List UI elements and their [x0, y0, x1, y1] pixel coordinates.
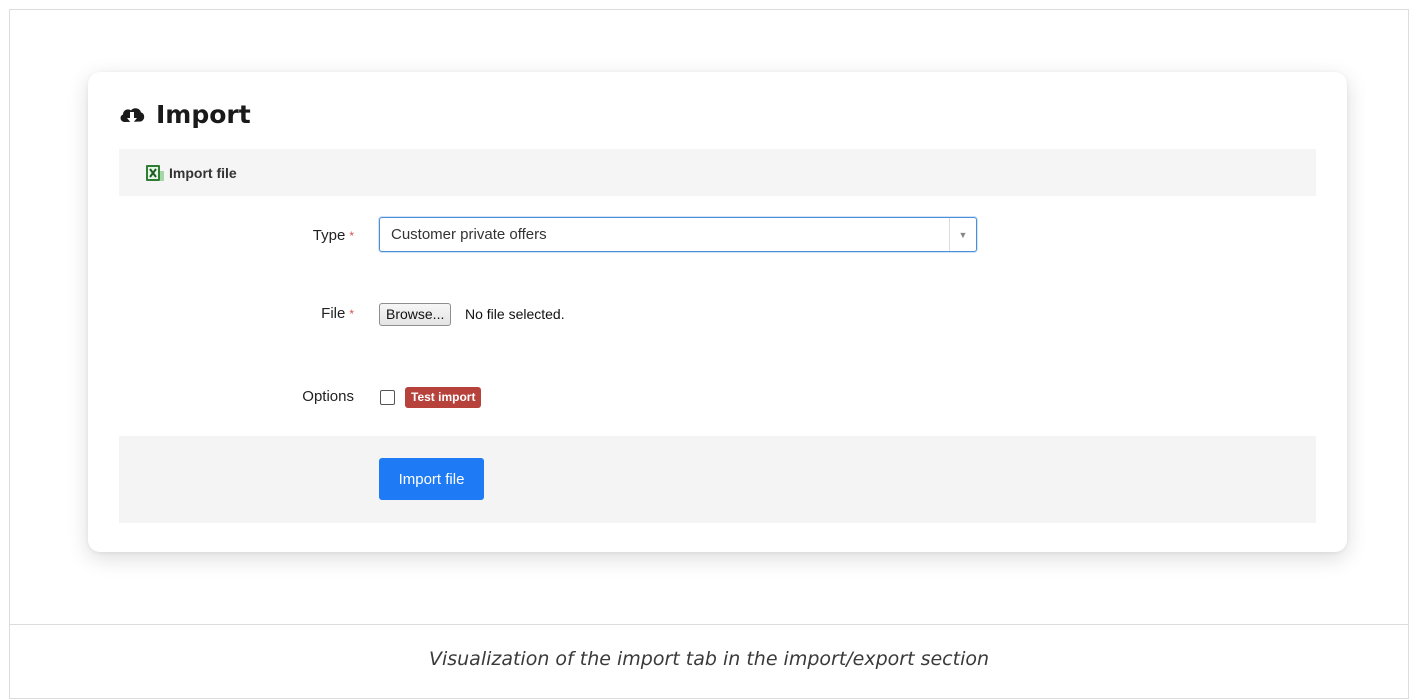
options-label: Options: [302, 388, 354, 405]
section-title: Import file: [169, 164, 237, 181]
import-file-button[interactable]: Import file: [379, 458, 484, 500]
caption-divider: [10, 624, 1408, 625]
import-card: Import Import file Type * Customer privat…: [88, 72, 1347, 552]
browse-button[interactable]: Browse...: [379, 303, 452, 326]
required-marker: *: [349, 307, 354, 321]
type-label: Type *: [313, 227, 354, 244]
card-title-text: Import: [156, 100, 251, 129]
section-header: Import file: [119, 149, 1316, 196]
excel-file-icon: [145, 163, 165, 183]
figure-caption: Visualization of the import tab in the i…: [428, 648, 990, 670]
type-select-value: Customer private offers: [391, 226, 547, 243]
form-actions: Import file: [119, 436, 1316, 523]
file-label-text: File: [321, 305, 346, 322]
cloud-download-icon: [118, 104, 146, 126]
type-select[interactable]: Customer private offers ▼: [379, 217, 977, 252]
file-status: No file selected.: [465, 306, 565, 322]
required-marker: *: [349, 229, 354, 243]
test-import-badge: Test import: [405, 387, 482, 408]
type-label-text: Type: [312, 227, 346, 244]
chevron-down-icon[interactable]: ▼: [949, 218, 976, 251]
test-import-checkbox[interactable]: [380, 390, 395, 405]
file-label: File *: [321, 305, 354, 322]
card-title: Import: [118, 100, 251, 129]
